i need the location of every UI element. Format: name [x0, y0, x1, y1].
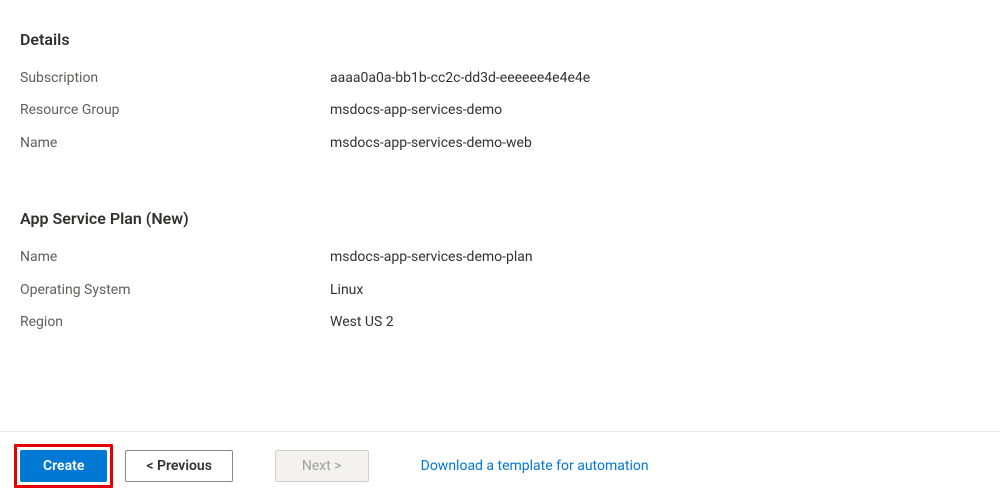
detail-value: aaaa0a0a-bb1b-cc2c-dd3d-eeeeee4e4e4e	[330, 67, 590, 89]
previous-button[interactable]: < Previous	[125, 450, 233, 482]
plan-row-os: Operating System Linux	[20, 279, 980, 301]
create-button[interactable]: Create	[20, 450, 107, 482]
plan-title: App Service Plan (New)	[20, 209, 980, 228]
plan-value: West US 2	[330, 311, 394, 333]
plan-row-name: Name msdocs-app-services-demo-plan	[20, 246, 980, 268]
plan-label: Name	[20, 246, 330, 268]
wizard-footer: Create < Previous Next > Download a temp…	[0, 431, 1000, 500]
detail-value: msdocs-app-services-demo	[330, 99, 502, 121]
plan-label: Region	[20, 311, 330, 333]
create-highlight: Create	[14, 444, 113, 488]
detail-row-subscription: Subscription aaaa0a0a-bb1b-cc2c-dd3d-eee…	[20, 67, 980, 89]
detail-row-name: Name msdocs-app-services-demo-web	[20, 132, 980, 154]
detail-row-resource-group: Resource Group msdocs-app-services-demo	[20, 99, 980, 121]
details-section: Details Subscription aaaa0a0a-bb1b-cc2c-…	[20, 30, 980, 154]
plan-value: Linux	[330, 279, 363, 301]
details-title: Details	[20, 30, 980, 49]
plan-value: msdocs-app-services-demo-plan	[330, 246, 533, 268]
detail-label: Subscription	[20, 67, 330, 89]
plan-section: App Service Plan (New) Name msdocs-app-s…	[20, 209, 980, 333]
detail-label: Resource Group	[20, 99, 330, 121]
plan-label: Operating System	[20, 279, 330, 301]
review-content: Details Subscription aaaa0a0a-bb1b-cc2c-…	[0, 0, 1000, 333]
plan-row-region: Region West US 2	[20, 311, 980, 333]
next-button: Next >	[275, 450, 369, 482]
detail-value: msdocs-app-services-demo-web	[330, 132, 532, 154]
detail-label: Name	[20, 132, 330, 154]
download-template-link[interactable]: Download a template for automation	[421, 458, 649, 474]
